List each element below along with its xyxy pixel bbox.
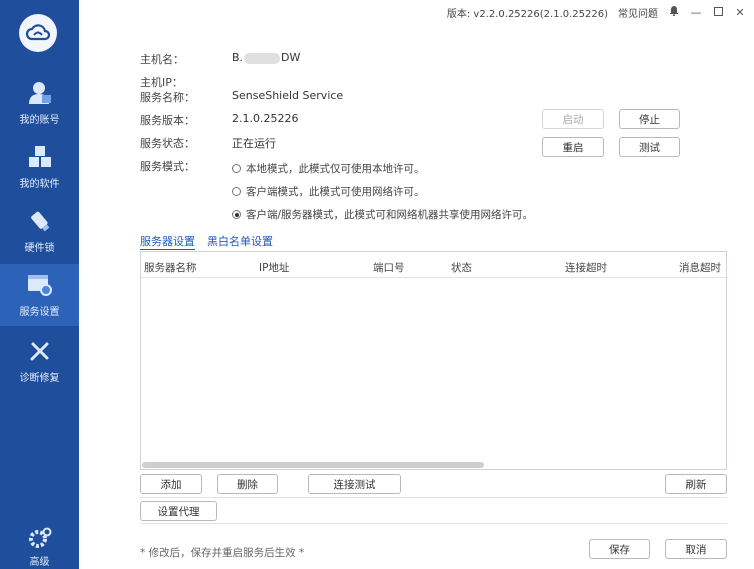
title-bar: 版本: v2.2.0.25226(2.1.0.25226) 常见问题 — ✕ — [447, 4, 746, 20]
column-header: 连接超时 — [565, 262, 607, 274]
horizontal-scrollbar[interactable] — [142, 462, 484, 468]
refresh-button[interactable]: 刷新 — [665, 474, 727, 494]
gear-icon — [25, 524, 55, 552]
service-settings-icon — [25, 270, 55, 300]
stop-button[interactable]: 停止 — [619, 109, 680, 129]
column-header: 消息超时 — [679, 262, 721, 274]
service-name-value: SenseShield Service — [232, 89, 344, 102]
add-button[interactable]: 添加 — [140, 474, 202, 494]
sidebar-item-diagnose[interactable]: 诊断修复 — [0, 330, 79, 392]
service-name-label: 服务名称： — [140, 91, 195, 104]
sidebar-item-hardware-lock[interactable]: 硬件锁 — [0, 200, 79, 262]
sidebar-item-label: 我的账号 — [19, 115, 60, 126]
sidebar-item-label: 诊断修复 — [19, 373, 60, 384]
service-mode-label: 服务模式： — [140, 160, 195, 173]
radio-button[interactable] — [232, 187, 241, 196]
mode-option-client-server[interactable]: 客户端/服务器模式，此模式可和网络机器共享使用网络许可。 — [232, 207, 533, 222]
set-proxy-button[interactable]: 设置代理 — [140, 501, 217, 521]
mode-option-local[interactable]: 本地模式，此模式仅可使用本地许可。 — [232, 161, 425, 176]
column-header: 状态 — [451, 262, 472, 274]
mode-option-label: 本地模式，此模式仅可使用本地许可。 — [246, 163, 425, 175]
divider — [140, 523, 727, 524]
service-status-value: 正在运行 — [232, 137, 276, 150]
cancel-button[interactable]: 取消 — [665, 539, 727, 559]
sidebar-item-software[interactable]: 我的软件 — [0, 136, 79, 198]
maximize-icon[interactable] — [712, 6, 724, 19]
mode-option-client[interactable]: 客户端模式，此模式可使用网络许可。 — [232, 184, 425, 199]
tab-blacklist-settings[interactable]: 黑白名单设置 — [207, 233, 273, 250]
repair-tool-icon — [25, 336, 55, 366]
sidebar: 我的账号 我的软件 硬件锁 服务设置 诊断修复 高级 — [0, 0, 79, 569]
column-header: 端口号 — [373, 262, 405, 274]
close-icon[interactable]: ✕ — [734, 6, 746, 19]
version-text: 版本: v2.2.0.25226(2.1.0.25226) — [446, 8, 608, 20]
mode-option-label: 客户端/服务器模式，此模式可和网络机器共享使用网络许可。 — [246, 209, 534, 221]
column-header: 服务器名称 — [144, 262, 197, 274]
minimize-icon[interactable]: — — [690, 6, 702, 19]
settings-tabs: 服务器设置 黑白名单设置 — [140, 233, 273, 250]
faq-link[interactable]: 常见问题 — [618, 5, 658, 20]
cubes-icon — [25, 142, 55, 172]
sidebar-item-account[interactable]: 我的账号 — [0, 72, 79, 134]
column-header: IP地址 — [259, 262, 290, 274]
sidebar-item-label: 高级 — [29, 557, 50, 568]
host-value: B. DW — [232, 51, 301, 64]
save-button[interactable]: 保存 — [589, 539, 650, 559]
mode-option-label: 客户端模式，此模式可使用网络许可。 — [246, 186, 425, 198]
sidebar-item-service-settings[interactable]: 服务设置 — [0, 264, 79, 326]
start-button[interactable]: 启动 — [542, 109, 604, 129]
sidebar-item-label: 硬件锁 — [24, 243, 55, 254]
tab-server-settings[interactable]: 服务器设置 — [140, 233, 195, 250]
host-label: 主机名： — [140, 53, 184, 66]
usb-key-icon — [25, 206, 55, 236]
radio-button[interactable] — [232, 210, 241, 219]
radio-button[interactable] — [232, 164, 241, 173]
user-icon — [25, 78, 55, 108]
restart-button[interactable]: 重启 — [542, 137, 604, 157]
table-header: 服务器名称 IP地址 端口号 状态 连接超时 消息超时 — [141, 252, 726, 278]
connection-test-button[interactable]: 连接测试 — [308, 474, 401, 494]
server-table: 服务器名称 IP地址 端口号 状态 连接超时 消息超时 — [140, 251, 727, 470]
service-version-value: 2.1.0.25226 — [232, 112, 299, 125]
redacted-mask — [244, 52, 281, 64]
sidebar-item-label: 我的软件 — [19, 179, 60, 190]
delete-button[interactable]: 删除 — [217, 474, 278, 494]
divider — [140, 497, 727, 498]
footer-note: * 修改后，保存并重启服务后生效 * — [140, 547, 305, 559]
service-status-label: 服务状态： — [140, 137, 195, 150]
bell-icon[interactable] — [668, 5, 680, 19]
sidebar-item-label: 服务设置 — [19, 307, 60, 318]
service-version-label: 服务版本： — [140, 114, 195, 127]
sidebar-item-advanced[interactable]: 高级 — [0, 520, 79, 568]
cloud-logo-icon — [19, 14, 57, 52]
test-button[interactable]: 测试 — [619, 137, 680, 157]
ip-label: 主机IP： — [140, 76, 183, 89]
